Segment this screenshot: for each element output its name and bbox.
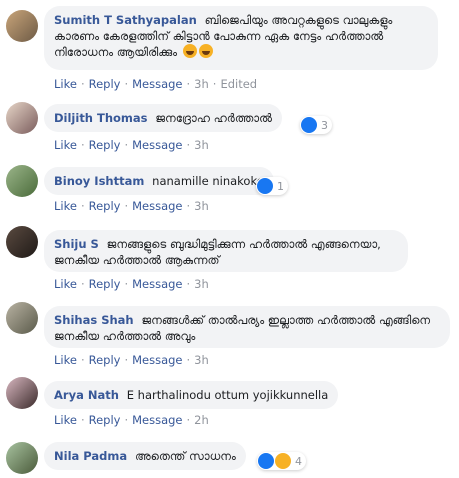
- separator: ·: [124, 199, 129, 213]
- comment-text: nanamille ninakoke: [152, 174, 264, 188]
- comment-actions: Like · Reply · Message · 3h: [54, 138, 209, 152]
- separator: ·: [186, 199, 191, 213]
- like-icon: [257, 178, 273, 194]
- separator: ·: [80, 138, 85, 152]
- comment-timestamp[interactable]: 3h: [194, 199, 209, 213]
- laughing-emoji-icon: [198, 44, 213, 58]
- reply-link[interactable]: Reply: [89, 199, 121, 213]
- separator: ·: [80, 199, 85, 213]
- avatar[interactable]: [6, 377, 38, 409]
- message-link[interactable]: Message: [132, 77, 182, 91]
- like-link[interactable]: Like: [54, 413, 77, 427]
- comment-author[interactable]: Arya Nath: [54, 388, 119, 402]
- reaction-summary[interactable]: 1: [256, 177, 288, 195]
- comment-author[interactable]: Binoy Ishttam: [54, 174, 144, 188]
- comment-bubble: Binoy Ishttam nanamille ninakoke: [44, 167, 274, 195]
- like-icon: [301, 117, 317, 133]
- like-link[interactable]: Like: [54, 77, 77, 91]
- message-link[interactable]: Message: [132, 353, 182, 367]
- separator: ·: [80, 77, 85, 91]
- comment-timestamp[interactable]: 3h: [194, 353, 209, 367]
- separator: ·: [124, 277, 129, 291]
- comment-timestamp[interactable]: 2h: [194, 413, 209, 427]
- separator: ·: [80, 277, 85, 291]
- separator: ·: [186, 413, 191, 427]
- separator: ·: [186, 353, 191, 367]
- like-link[interactable]: Like: [54, 353, 77, 367]
- separator: ·: [80, 413, 85, 427]
- reaction-count: 4: [295, 454, 302, 468]
- separator: ·: [80, 353, 85, 367]
- comment-timestamp[interactable]: 3h: [194, 138, 209, 152]
- reply-link[interactable]: Reply: [89, 353, 121, 367]
- comment-actions: Like · Reply · Message · 3h: [54, 199, 209, 213]
- message-link[interactable]: Message: [132, 277, 182, 291]
- comment-bubble: Diljith Thomas ജനദ്രോഹ ഹർത്താൽ: [44, 104, 282, 132]
- comment-author[interactable]: Sumith T Sathyapalan: [54, 13, 197, 27]
- like-link[interactable]: Like: [54, 199, 77, 213]
- comment-author[interactable]: Shihas Shah: [54, 313, 134, 327]
- reply-link[interactable]: Reply: [89, 77, 121, 91]
- avatar[interactable]: [6, 165, 38, 197]
- message-link[interactable]: Message: [132, 138, 182, 152]
- comment-actions: Like · Reply · Message · 3h · Edited: [54, 77, 257, 91]
- message-link[interactable]: Message: [132, 199, 182, 213]
- like-link[interactable]: Like: [54, 277, 77, 291]
- comment-actions: Like · Reply · Message · 2h: [54, 413, 209, 427]
- comment-timestamp[interactable]: 3h: [194, 277, 209, 291]
- separator: ·: [186, 77, 191, 91]
- separator: ·: [124, 353, 129, 367]
- avatar[interactable]: [6, 226, 38, 258]
- comment-text: അതെന്ത് സാധനം: [134, 449, 236, 463]
- avatar[interactable]: [6, 10, 38, 42]
- comment-author[interactable]: Shiju S: [54, 237, 99, 251]
- reply-link[interactable]: Reply: [89, 138, 121, 152]
- comment-author[interactable]: Diljith Thomas: [54, 111, 148, 125]
- reaction-summary[interactable]: 3: [300, 116, 332, 134]
- separator: ·: [124, 138, 129, 152]
- reaction-count: 1: [277, 179, 284, 193]
- like-link[interactable]: Like: [54, 138, 77, 152]
- separator: ·: [186, 138, 191, 152]
- comment-text: E harthalinodu ottum yojikkunnella: [126, 388, 329, 402]
- separator: ·: [212, 77, 217, 91]
- haha-icon: [275, 453, 291, 469]
- comment-text: ജനങ്ങളുടെ ബുദ്ധിമുട്ടിക്കുന്ന ഹർത്താൽ എങ…: [54, 237, 381, 267]
- comment-bubble: Nila Padma അതെന്ത് സാധനം: [44, 442, 246, 470]
- comment-actions: Like · Reply · Message · 3h: [54, 277, 209, 291]
- avatar[interactable]: [6, 302, 38, 334]
- comment-bubble: Shiju S ജനങ്ങളുടെ ബുദ്ധിമുട്ടിക്കുന്ന ഹർ…: [44, 230, 408, 272]
- reaction-summary[interactable]: 4: [257, 452, 306, 470]
- reaction-count: 3: [321, 118, 328, 132]
- comment-timestamp[interactable]: 3h: [194, 77, 209, 91]
- reply-link[interactable]: Reply: [89, 413, 121, 427]
- comment-author[interactable]: Nila Padma: [54, 449, 127, 463]
- separator: ·: [186, 277, 191, 291]
- comment-text: ജനദ്രോഹ ഹർത്താൽ: [155, 111, 272, 125]
- comment-bubble: Arya Nath E harthalinodu ottum yojikkunn…: [44, 381, 339, 409]
- avatar[interactable]: [6, 102, 38, 134]
- edited-label[interactable]: Edited: [220, 77, 257, 91]
- like-icon: [258, 453, 274, 469]
- comment-bubble: Sumith T Sathyapalan ബിജെപിയും അവറ്റകളുട…: [44, 6, 438, 70]
- avatar[interactable]: [6, 442, 38, 474]
- reply-link[interactable]: Reply: [89, 277, 121, 291]
- separator: ·: [124, 77, 129, 91]
- message-link[interactable]: Message: [132, 413, 182, 427]
- laughing-emoji-icon: [182, 44, 197, 58]
- comment-actions: Like · Reply · Message · 3h: [54, 353, 209, 367]
- comment-bubble: Shihas Shah ജനങ്ങൾക്ക് താൽപര്യം ഇല്ലാത്ത…: [44, 306, 450, 348]
- separator: ·: [124, 413, 129, 427]
